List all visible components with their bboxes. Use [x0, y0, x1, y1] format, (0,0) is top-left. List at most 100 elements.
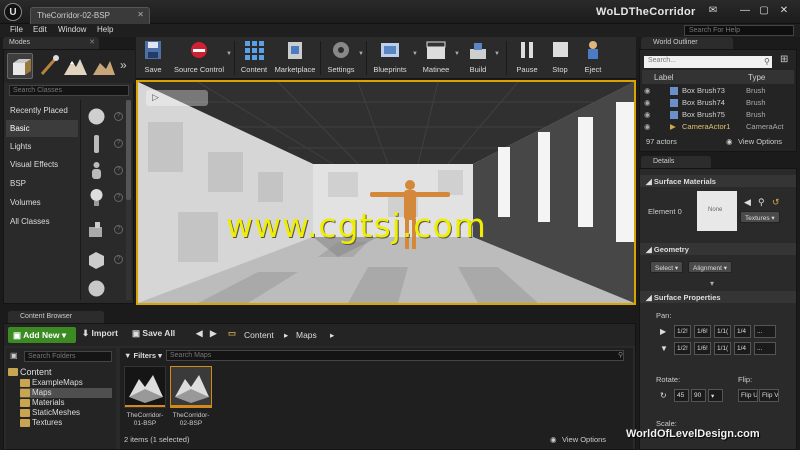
maximize-button[interactable]: ▢ [757, 4, 771, 18]
eye-icon[interactable]: ◉ [644, 86, 651, 95]
tree-item-textures[interactable]: Textures [20, 418, 62, 428]
rotate-icon[interactable]: ↻ [660, 391, 667, 400]
rotate-90[interactable]: 90 [691, 389, 706, 402]
category-volumes[interactable]: Volumes [6, 194, 78, 211]
content-browser-tab[interactable]: Content Browser [8, 311, 104, 323]
sphere-actor-icon[interactable] [86, 278, 107, 299]
menu-window[interactable]: Window [58, 25, 86, 34]
pause-button[interactable]: Pause [514, 39, 540, 77]
help-icon[interactable]: ? [114, 255, 123, 264]
save-all-button[interactable]: ▣ Save All [132, 328, 175, 339]
build-button[interactable]: Build [464, 39, 492, 77]
asset-tile[interactable] [124, 366, 166, 408]
character-actor-icon[interactable] [86, 133, 107, 154]
tree-item-examplemaps[interactable]: ExampleMaps [20, 378, 83, 388]
arrow-left-icon[interactable]: ◀ [744, 197, 751, 208]
pan-v-sixth[interactable]: 1/6! [694, 342, 711, 355]
tree-item-materials[interactable]: Materials [20, 398, 64, 408]
column-label[interactable]: Label [654, 73, 674, 82]
pan-v-tenth[interactable]: 1/1( [714, 342, 731, 355]
category-lights[interactable]: Lights [6, 138, 78, 155]
category-basic[interactable]: Basic [6, 120, 78, 137]
chevron-down-icon[interactable]: ▾ [710, 279, 714, 288]
level-viewport[interactable]: ▷ www.cgtsj.com [136, 80, 636, 305]
close-icon[interactable]: ✕ [89, 38, 95, 46]
player-start-icon[interactable] [86, 219, 107, 240]
eye-icon[interactable]: ◉ [644, 122, 651, 131]
select-dropdown[interactable]: Select ▾ [650, 261, 684, 273]
eye-icon[interactable]: ◉ [644, 98, 651, 107]
settings-button[interactable]: Settings [326, 39, 356, 77]
browse-icon[interactable]: ⚲ [758, 197, 765, 208]
search-help-input[interactable]: Search For Help [684, 25, 794, 36]
forward-arrow-icon[interactable]: ▶ [210, 328, 217, 339]
pan-v-more[interactable]: ... [754, 342, 776, 355]
eject-button[interactable]: Eject [580, 39, 606, 77]
tree-item-content[interactable]: Content [8, 367, 52, 377]
matinee-button[interactable]: Matinee [420, 39, 452, 77]
asset-tile-selected[interactable] [170, 366, 212, 408]
source-control-button[interactable]: Source Control [174, 39, 224, 77]
rotate-45[interactable]: 45 [674, 389, 689, 402]
breadcrumb-maps[interactable]: Maps [296, 330, 317, 340]
place-mode-icon[interactable] [7, 53, 33, 79]
surface-materials-header[interactable]: ◢ Surface Materials [640, 175, 796, 187]
pawn-actor-icon[interactable] [86, 160, 107, 181]
view-options-button[interactable]: View Options [562, 435, 606, 444]
scrollbar-thumb[interactable] [126, 100, 131, 200]
geometry-header[interactable]: ◢ Geometry [640, 243, 796, 255]
outliner-row[interactable]: ◉ Box Brush73 Brush [642, 86, 794, 97]
breadcrumb-content[interactable]: Content [244, 330, 274, 340]
reset-icon[interactable]: ↺ [772, 197, 780, 208]
view-options-button[interactable]: View Options [738, 137, 782, 146]
chevron-right-icon[interactable]: » [120, 58, 127, 72]
menu-file[interactable]: File [10, 25, 23, 34]
light-actor-icon[interactable] [86, 187, 107, 208]
notification-icon[interactable]: ✉ [706, 4, 720, 18]
import-button[interactable]: ⬇ Import [82, 328, 118, 339]
stop-button[interactable]: Stop [548, 39, 572, 77]
flip-u-button[interactable]: Flip U [738, 389, 758, 402]
material-thumbnail[interactable]: None [697, 191, 737, 231]
modes-scrollbar[interactable] [126, 100, 131, 300]
landscape-mode-icon[interactable] [62, 53, 88, 79]
help-icon[interactable]: ? [114, 139, 123, 148]
outliner-row[interactable]: ◉ ▶ CameraActor1 CameraAct [642, 122, 794, 133]
viewport-options-bar[interactable]: ▷ [146, 90, 208, 106]
chevron-down-icon[interactable]: ▼ [454, 51, 460, 57]
sphere-actor-icon[interactable] [86, 106, 107, 127]
back-arrow-icon[interactable]: ◀ [196, 328, 203, 339]
save-button[interactable]: Save [140, 39, 166, 77]
add-filter-icon[interactable]: ⊞ [780, 54, 788, 65]
toggle-tree-icon[interactable]: ▣ [10, 351, 18, 360]
chevron-down-icon[interactable]: ▼ [412, 51, 418, 57]
flip-v-button[interactable]: Flip V [759, 389, 779, 402]
close-window-button[interactable]: ✕ [777, 4, 791, 18]
play-icon[interactable]: ▷ [152, 92, 159, 103]
search-classes-input[interactable]: Search Classes [9, 85, 129, 96]
modes-tab[interactable]: Modes ✕ [3, 37, 99, 49]
surface-properties-header[interactable]: ◢ Surface Properties [640, 291, 796, 303]
tree-item-staticmeshes[interactable]: StaticMeshes [20, 408, 80, 418]
cube-actor-icon[interactable] [86, 249, 107, 270]
pan-u-more[interactable]: ... [754, 325, 776, 338]
folder-search-input[interactable]: Search Folders [24, 351, 112, 362]
world-outliner-tab[interactable]: World Outliner [641, 37, 733, 49]
content-button[interactable]: Content [240, 39, 268, 77]
blueprints-button[interactable]: Blueprints [370, 39, 410, 77]
foliage-mode-icon[interactable] [90, 53, 116, 79]
add-new-button[interactable]: ▣ Add New ▾ [8, 327, 76, 343]
tree-item-maps[interactable]: Maps [20, 388, 112, 398]
pan-u-sixth[interactable]: 1/6! [694, 325, 711, 338]
details-tab[interactable]: Details [641, 156, 711, 168]
pan-u-half[interactable]: 1/2! [674, 325, 691, 338]
outliner-row[interactable]: ◉ Box Brush74 Brush [642, 98, 794, 109]
pan-u-tenth[interactable]: 1/1( [714, 325, 731, 338]
chevron-down-icon[interactable]: ▼ [358, 51, 364, 57]
eye-icon[interactable]: ◉ [644, 110, 651, 119]
category-visual-effects[interactable]: Visual Effects [6, 156, 78, 173]
play-icon[interactable]: ▶ [660, 327, 666, 336]
outliner-search-input[interactable]: Search... [644, 56, 772, 68]
asset-search-input[interactable]: Search Maps [166, 350, 624, 361]
close-icon[interactable]: ✕ [137, 10, 144, 19]
